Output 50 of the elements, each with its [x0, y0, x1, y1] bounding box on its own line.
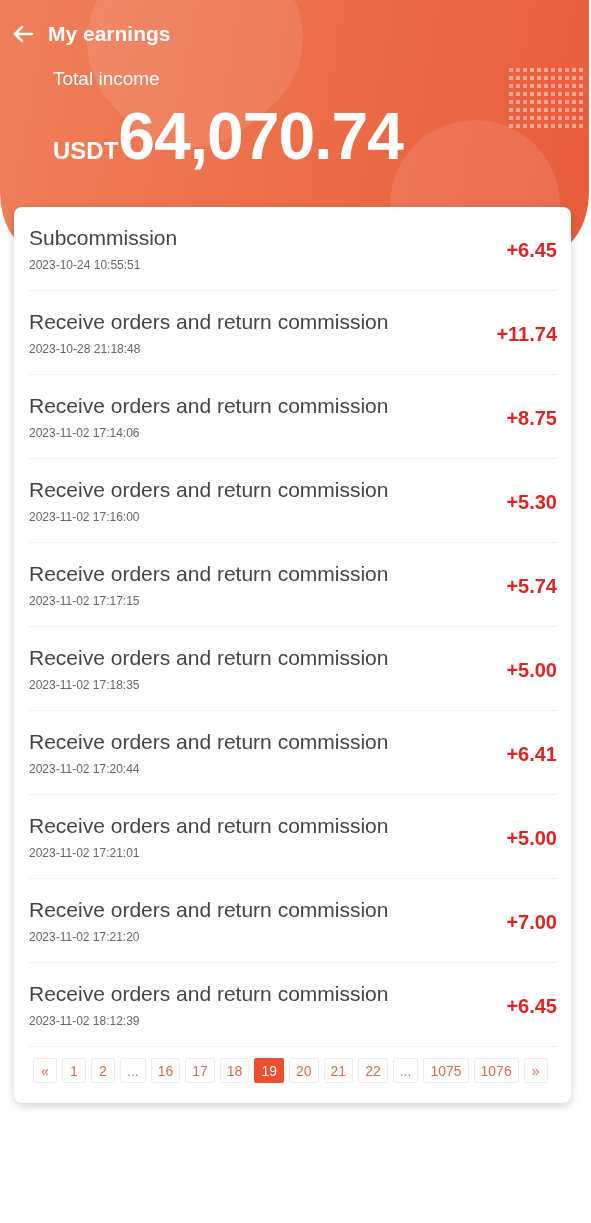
record-time: 2023-11-02 17:16:00 — [29, 509, 141, 524]
record-time: 2023-10-28 21:18:48 — [29, 341, 142, 356]
record-time: 2023-11-02 17:18:35 — [29, 677, 141, 692]
page-button[interactable]: 1076 — [473, 1058, 519, 1083]
record-title: Receive orders and return commission — [29, 309, 389, 334]
record-time: 2023-10-24 10:55:51 — [29, 257, 142, 272]
page-button[interactable]: 17 — [185, 1058, 215, 1083]
record-title: Receive orders and return commission — [29, 645, 389, 670]
total-income-amount: 64,070.74 — [118, 98, 403, 174]
record-amount: +11.74 — [496, 323, 557, 346]
more-pages-button[interactable]: ... — [120, 1058, 146, 1083]
page-button[interactable]: 20 — [289, 1058, 319, 1083]
back-arrow-icon — [12, 25, 34, 43]
page-button[interactable]: 22 — [358, 1058, 388, 1083]
record-time: 2023-11-02 17:20:44 — [29, 761, 141, 776]
record-time: 2023-11-02 17:14:06 — [29, 425, 141, 440]
record-amount: +6.41 — [506, 743, 557, 766]
record-amount: +5.74 — [506, 575, 557, 598]
record-title: Receive orders and return commission — [29, 477, 389, 502]
page-button[interactable]: 2 — [91, 1058, 115, 1083]
page-nav-button[interactable]: « — [33, 1058, 57, 1083]
page-button[interactable]: 19 — [254, 1058, 284, 1083]
record-title: Receive orders and return commission — [29, 897, 389, 922]
page-button[interactable]: 1 — [62, 1058, 86, 1083]
record-time: 2023-11-02 18:12:39 — [29, 1013, 141, 1028]
page-button[interactable]: 1075 — [423, 1058, 469, 1083]
record-title: Receive orders and return commission — [29, 393, 389, 418]
record-amount: +7.00 — [506, 911, 557, 934]
record-title: Receive orders and return commission — [29, 813, 389, 838]
page-button[interactable]: 21 — [323, 1058, 354, 1083]
record-time: 2023-11-02 17:21:01 — [29, 845, 141, 860]
record-amount: +6.45 — [506, 995, 557, 1018]
record-amount: +5.00 — [506, 659, 557, 682]
page-button[interactable]: 18 — [219, 1058, 250, 1083]
record-time: 2023-11-02 17:17:15 — [29, 593, 141, 608]
record-time: 2023-11-02 17:21:20 — [29, 929, 141, 944]
record-title: Subcommission — [29, 225, 178, 250]
currency-label: USDT — [53, 137, 119, 164]
page-nav-button[interactable]: » — [523, 1058, 548, 1083]
page-button[interactable]: 16 — [150, 1058, 181, 1083]
page-title: My earnings — [48, 22, 171, 46]
record-amount: +8.75 — [506, 407, 557, 430]
more-pages-button[interactable]: ... — [392, 1058, 419, 1083]
record-title: Receive orders and return commission — [29, 981, 389, 1006]
record-title: Receive orders and return commission — [29, 729, 389, 754]
total-income-label: Total income — [53, 68, 161, 90]
record-amount: +5.00 — [506, 827, 557, 850]
record-amount: +6.45 — [506, 239, 557, 262]
record-title: Receive orders and return commission — [29, 561, 389, 586]
record-amount: +5.30 — [506, 491, 557, 514]
